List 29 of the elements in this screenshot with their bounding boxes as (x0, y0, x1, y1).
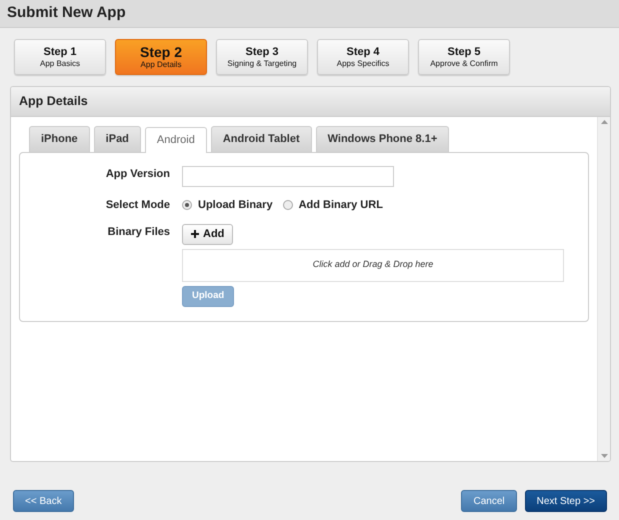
scrollbar[interactable] (597, 117, 610, 461)
plus-icon (191, 230, 199, 238)
step-button[interactable]: Step 5 Approve & Confirm (418, 39, 510, 75)
panel-title: App Details (11, 87, 610, 117)
scroll-up-icon[interactable] (600, 120, 608, 124)
field-label: App Version (104, 167, 171, 182)
tab[interactable]: Android (144, 127, 207, 153)
tab[interactable]: Android Tablet (210, 126, 312, 152)
step-button[interactable]: Step 3 Signing & Targeting (216, 39, 308, 75)
step-button[interactable]: Step 2 App Details (115, 39, 207, 75)
field-label: Binary Files (106, 224, 171, 240)
scroll-down-icon[interactable] (600, 454, 608, 458)
radio-label[interactable]: Upload Binary (198, 197, 273, 214)
field-label: Select Mode (104, 198, 171, 213)
radio-button[interactable] (282, 200, 293, 210)
next-step-button[interactable]: Next Step >> (524, 490, 607, 512)
page-title: Submit New App (0, 0, 619, 28)
input-field[interactable] (182, 166, 394, 187)
step-button[interactable]: Step 4 Apps Specifics (317, 39, 409, 75)
tab[interactable]: iPad (94, 126, 141, 152)
drop-zone[interactable]: Click add or Drag & Drop here (182, 248, 564, 282)
step-button[interactable]: Step 1 App Basics (14, 39, 106, 75)
radio-button[interactable] (182, 200, 192, 210)
radio-label[interactable]: Add Binary URL (298, 197, 383, 214)
add-button[interactable]: Add (182, 224, 234, 244)
cancel-button[interactable]: Cancel (461, 490, 517, 512)
tab[interactable]: iPhone (29, 126, 90, 152)
tab[interactable]: Windows Phone 8.1+ (316, 126, 450, 152)
back-button[interactable]: << Back (13, 490, 74, 512)
